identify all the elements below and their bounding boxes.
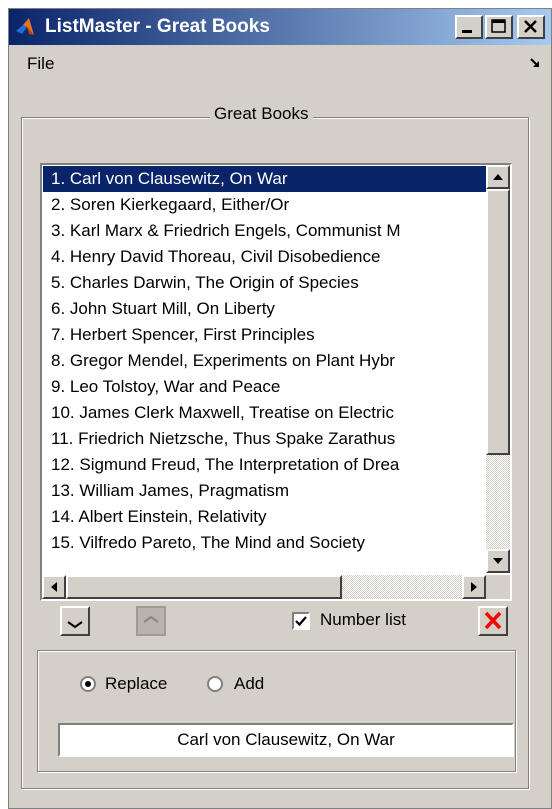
file-menu[interactable]: File [27, 54, 54, 74]
scroll-left-button[interactable] [42, 575, 66, 599]
minimize-button[interactable] [455, 15, 483, 39]
minimize-icon [462, 30, 472, 33]
list-item[interactable]: 6. John Stuart Mill, On Liberty [43, 296, 487, 322]
menu-bar: File [9, 45, 551, 79]
scroll-right-button[interactable] [462, 575, 486, 599]
arrow-right-icon [471, 582, 477, 592]
replace-radio[interactable] [80, 676, 96, 692]
dock-arrow-icon[interactable] [529, 57, 541, 69]
list-item[interactable]: 10. James Clerk Maxwell, Treatise on Ele… [43, 400, 487, 426]
list-item[interactable]: 14. Albert Einstein, Relativity [43, 504, 487, 530]
list-item[interactable]: 7. Herbert Spencer, First Principles [43, 322, 487, 348]
list-item[interactable]: 4. Henry David Thoreau, Civil Disobedien… [43, 244, 487, 270]
arrow-up-icon [493, 174, 503, 180]
horizontal-scrollbar[interactable] [42, 575, 486, 599]
vertical-scrollbar[interactable] [486, 165, 510, 573]
checkmark-icon [295, 616, 307, 627]
number-list-checkbox[interactable] [292, 612, 310, 630]
close-button[interactable] [517, 15, 545, 39]
list-item[interactable]: 8. Gregor Mendel, Experiments on Plant H… [43, 348, 487, 374]
list-item[interactable]: 13. William James, Pragmatism [43, 478, 487, 504]
close-icon [524, 20, 537, 33]
book-listbox[interactable]: 1. Carl von Clausewitz, On War 2. Soren K… [40, 163, 512, 601]
list-item[interactable]: 11. Friedrich Nietzsche, Thus Spake Zara… [43, 426, 487, 452]
scroll-down-button[interactable] [486, 549, 510, 573]
arrow-down-icon [493, 558, 503, 564]
list-items: 1. Carl von Clausewitz, On War 2. Soren K… [43, 166, 487, 556]
list-item[interactable]: 5. Charles Darwin, The Origin of Species [43, 270, 487, 296]
list-item[interactable]: 12. Sigmund Freud, The Interpretation of… [43, 452, 487, 478]
move-up-button[interactable] [136, 606, 166, 636]
list-item[interactable]: 15. Vilfredo Pareto, The Mind and Societ… [43, 530, 487, 556]
group-title: Great Books [210, 104, 313, 124]
delete-item-button[interactable] [478, 606, 508, 636]
delete-x-icon [484, 611, 502, 630]
list-item[interactable]: 2. Soren Kierkegaard, Either/Or [43, 192, 487, 218]
maximize-icon [491, 19, 506, 33]
vertical-scroll-thumb[interactable] [486, 189, 510, 455]
maximize-button[interactable] [485, 15, 513, 39]
list-item[interactable]: 9. Leo Tolstoy, War and Peace [43, 374, 487, 400]
add-label: Add [234, 674, 265, 693]
replace-label: Replace [105, 674, 168, 693]
window-title: ListMaster - Great Books [45, 16, 270, 37]
move-down-button[interactable] [60, 606, 90, 636]
matlab-logo-icon [16, 18, 34, 35]
move-up-icon [143, 615, 159, 623]
number-list-label: Number list [320, 610, 406, 629]
radio-selected-dot [85, 681, 91, 687]
scroll-corner [486, 575, 510, 599]
title-bar[interactable]: ListMaster - Great Books [9, 9, 551, 45]
move-down-icon [67, 621, 83, 629]
add-radio[interactable] [207, 676, 223, 692]
list-item[interactable]: 3. Karl Marx & Friedrich Engels, Communi… [43, 218, 487, 244]
horizontal-scroll-thumb[interactable] [66, 575, 342, 599]
list-item[interactable]: 1. Carl von Clausewitz, On War [43, 166, 487, 192]
arrow-left-icon [51, 582, 57, 592]
book-entry-field[interactable]: Carl von Clausewitz, On War [58, 723, 514, 757]
scroll-up-button[interactable] [486, 165, 510, 189]
